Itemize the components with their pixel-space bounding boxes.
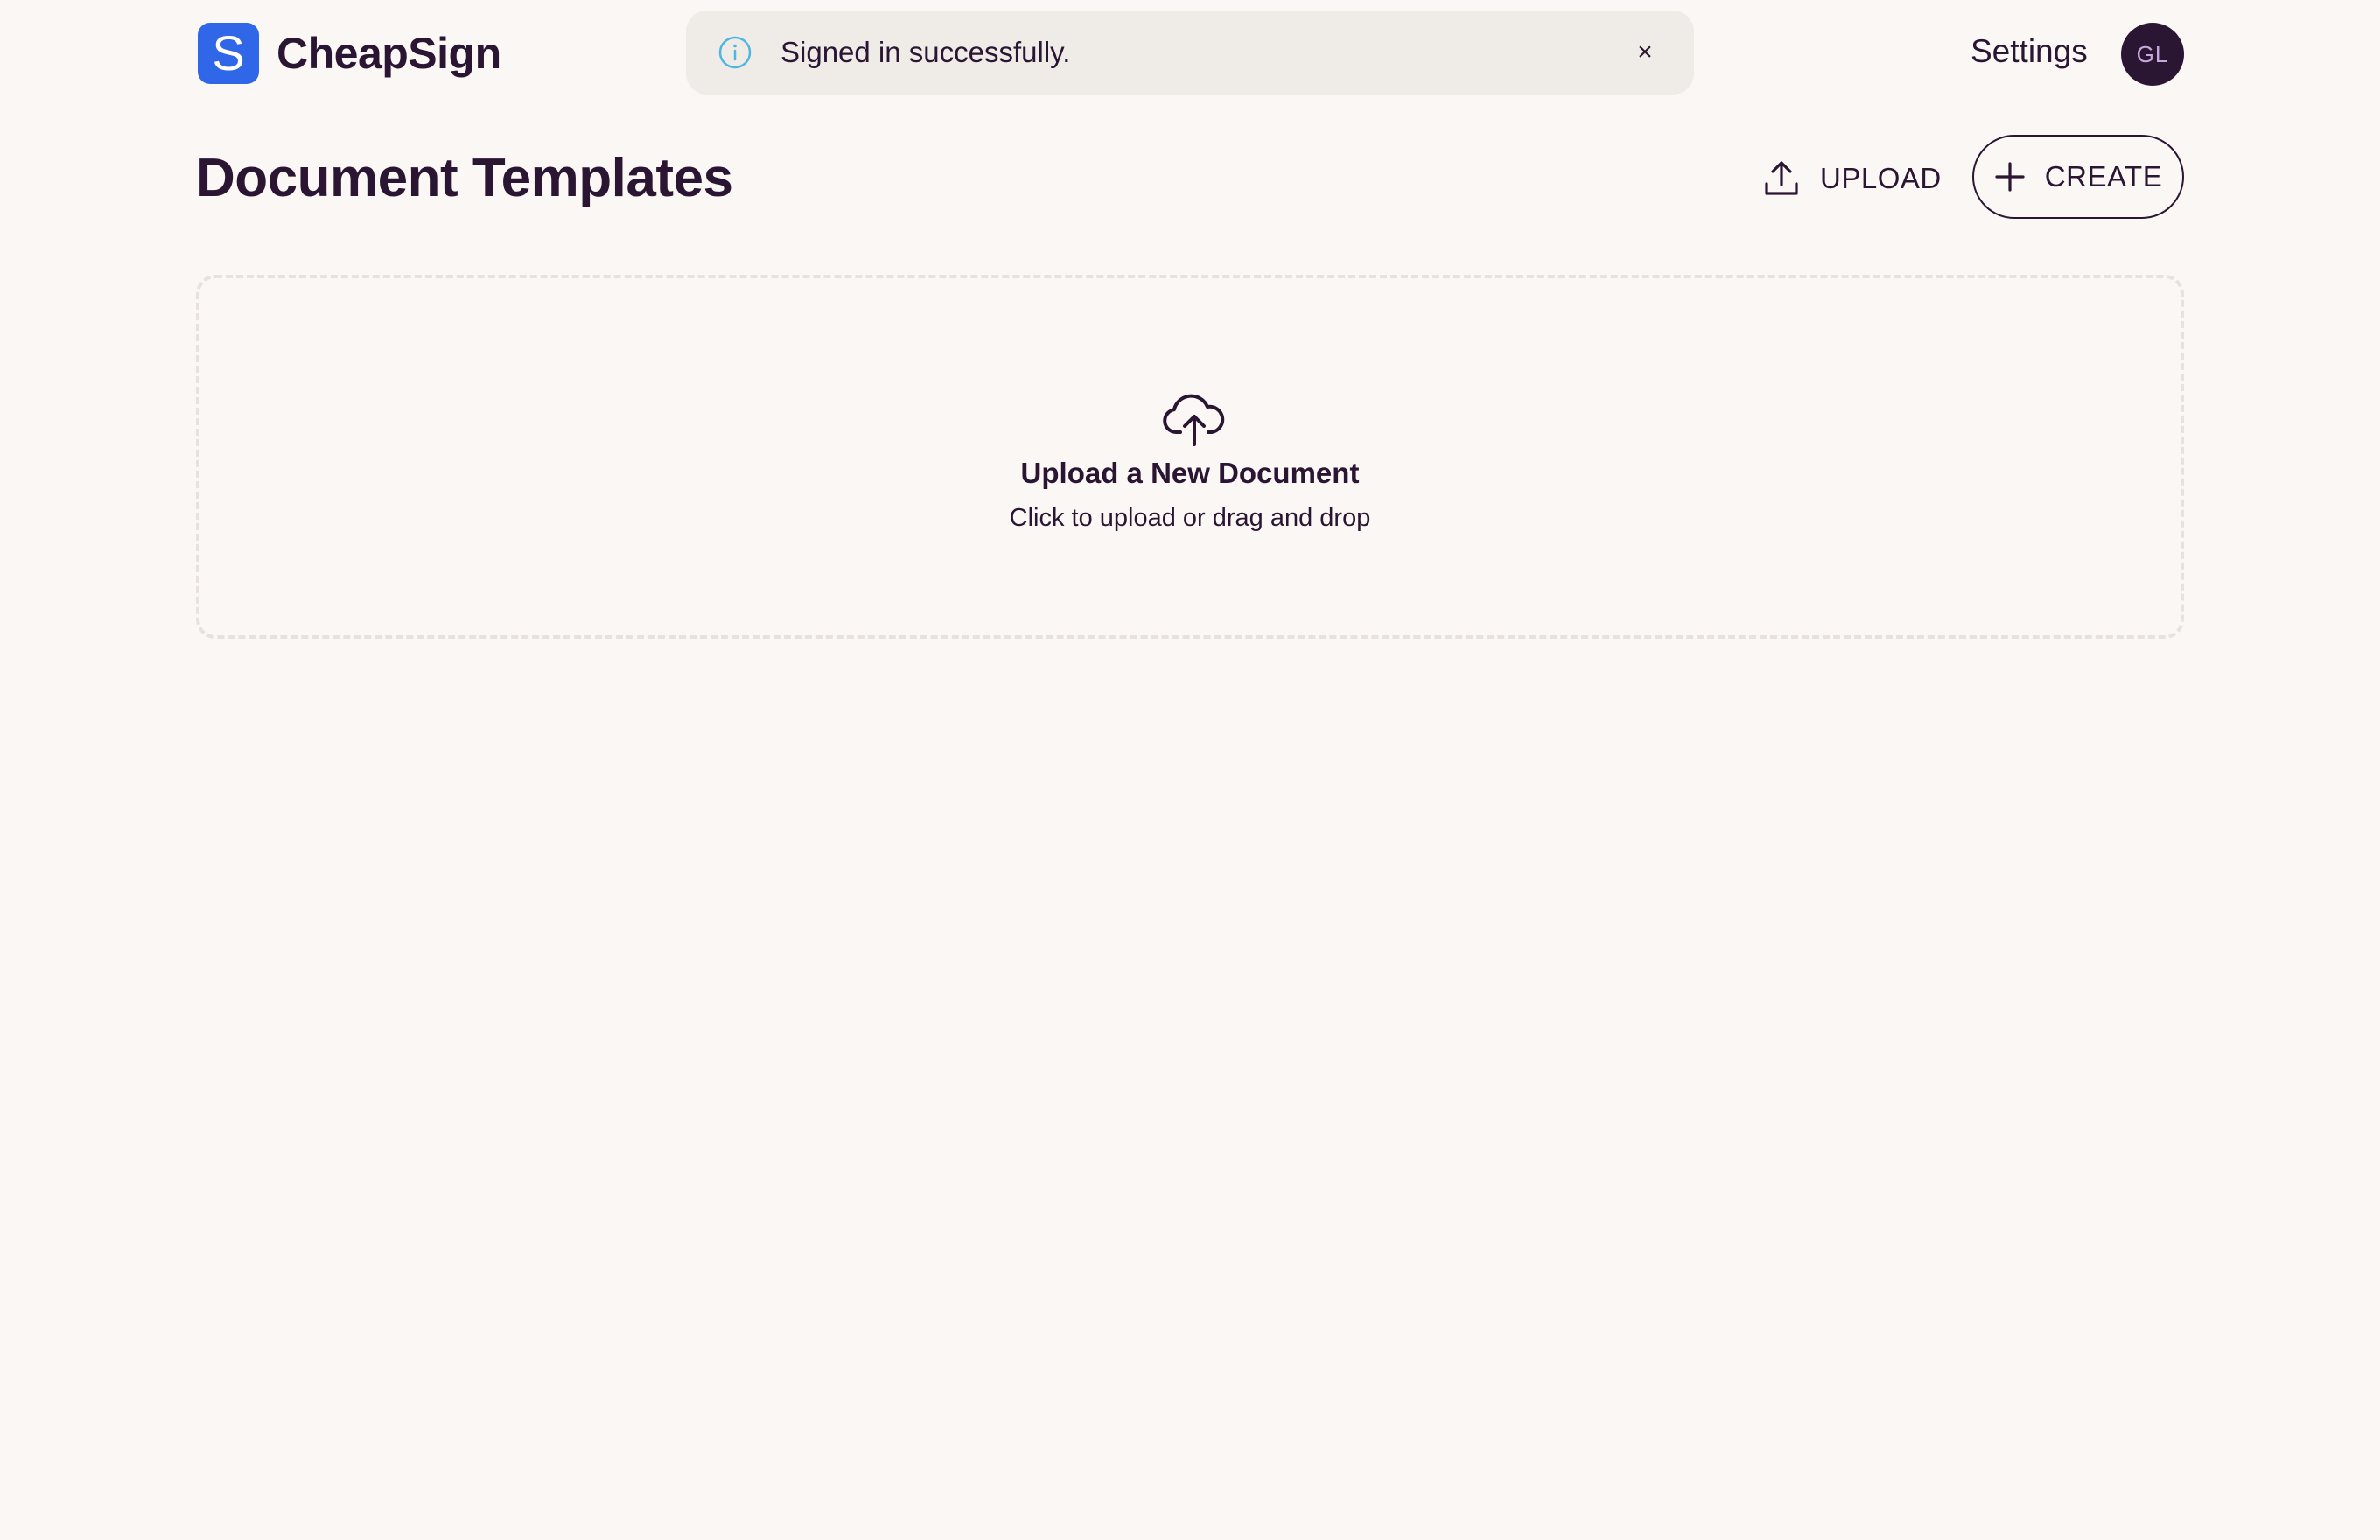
cloud-upload-icon bbox=[1163, 394, 1225, 446]
page: S CheapSign Signed in successfully. × Se… bbox=[0, 0, 2380, 1540]
user-avatar[interactable]: GL bbox=[2121, 23, 2184, 86]
plus-icon bbox=[1995, 162, 2025, 192]
toast-notification: Signed in successfully. × bbox=[686, 10, 1694, 94]
create-button-label: CREATE bbox=[2044, 160, 2163, 192]
avatar-initials: GL bbox=[2136, 40, 2169, 67]
upload-button-label: UPLOAD bbox=[1820, 162, 1942, 194]
create-button[interactable]: CREATE bbox=[1972, 135, 2184, 219]
app-logo[interactable]: S CheapSign bbox=[198, 23, 501, 84]
logo-letter: S bbox=[212, 25, 245, 80]
info-icon bbox=[718, 36, 752, 69]
upload-button[interactable]: UPLOAD bbox=[1764, 150, 1942, 206]
app-name: CheapSign bbox=[276, 29, 501, 78]
toast-close-button[interactable]: × bbox=[1628, 35, 1662, 70]
toast-message: Signed in successfully. bbox=[780, 36, 1071, 68]
settings-link[interactable]: Settings bbox=[1970, 33, 2088, 70]
upload-icon bbox=[1765, 161, 1798, 195]
dropzone-subtitle: Click to upload or drag and drop bbox=[1009, 504, 1371, 532]
logo-mark: S bbox=[198, 23, 259, 84]
close-icon: × bbox=[1637, 38, 1653, 66]
page-title: Document Templates bbox=[196, 148, 733, 208]
dropzone-title: Upload a New Document bbox=[1020, 457, 1360, 489]
upload-dropzone[interactable]: Upload a New Document Click to upload or… bbox=[196, 275, 2184, 639]
